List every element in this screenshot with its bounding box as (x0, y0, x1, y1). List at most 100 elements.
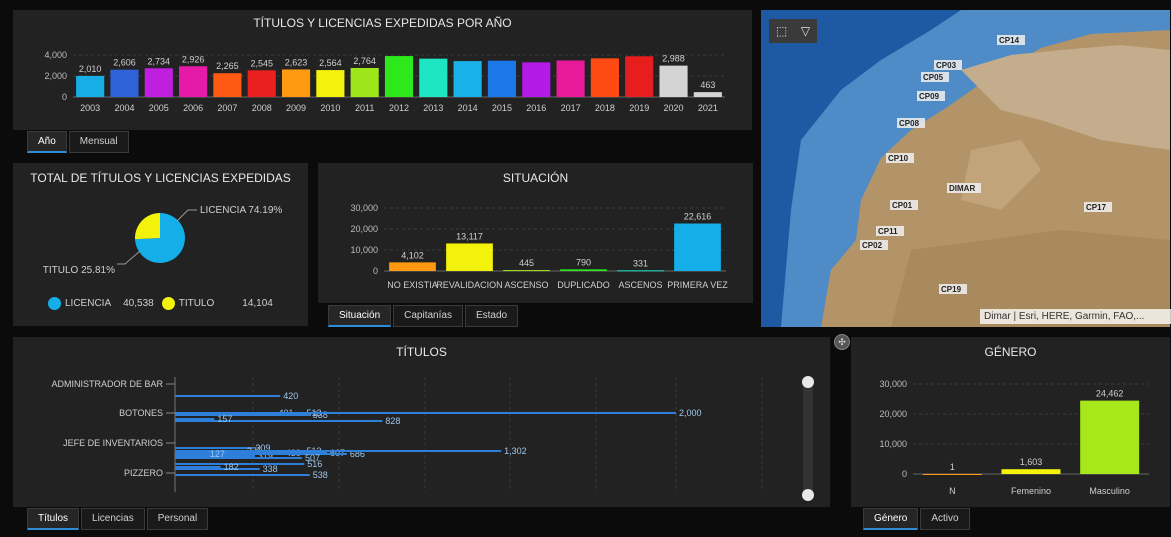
bar (350, 67, 379, 97)
data-label: 2,265 (216, 61, 239, 71)
bar (446, 243, 493, 271)
tab-estado[interactable]: Estado (464, 305, 519, 327)
bar (179, 66, 208, 97)
bar (213, 73, 242, 97)
x-tick-label: 2012 (389, 103, 409, 113)
titulo-legend-swatch (161, 297, 175, 310)
leader-line (176, 209, 197, 222)
x-tick-label: DUPLICADO (557, 280, 610, 290)
tab-genero[interactable]: Género (863, 508, 919, 530)
years-title: TÍTULOS Y LICENCIAS EXPEDIDAS POR AÑO (253, 16, 512, 30)
genero-panel: GÉNERO 0 10,000 20,000 30,000 1 N 1,603 Femenin… (851, 337, 1170, 507)
data-label: 2,545 (250, 58, 273, 68)
x-tick-label: Femenino (1011, 486, 1051, 496)
x-tick-label: 2016 (526, 103, 546, 113)
situacion-panel: SITUACIÓN 0 10,000 20,000 30,000 4,102 NO EXI… (318, 163, 753, 303)
y-category-label: ADMINISTRADOR DE BAR (51, 379, 163, 389)
x-tick-label: 2003 (80, 103, 100, 113)
x-tick-label: 2013 (423, 103, 443, 113)
pie-slice (135, 213, 160, 240)
bar (693, 92, 722, 97)
map-view[interactable]: CP14 CP03 CP05 CP09 CP08 CP10 DIMAR CP01 CP17 CP1… (761, 10, 1170, 327)
bar (175, 418, 215, 420)
tab-mensual[interactable]: Mensual (68, 131, 129, 153)
data-label: 2,623 (285, 57, 308, 67)
y-tick-label: 20,000 (350, 224, 378, 234)
x-tick-label: 2011 (355, 103, 374, 113)
titulos-tabbar: Títulos Licencias Personal (27, 508, 210, 530)
y-tick-label: 10,000 (879, 439, 907, 449)
chevron-down-icon[interactable]: ▽ (801, 24, 810, 38)
genero-tabbar: Género Activo (863, 508, 972, 530)
x-tick-label: 2018 (595, 103, 615, 113)
data-label: 331 (633, 258, 648, 268)
data-label: 2,734 (148, 56, 171, 66)
map-label: CP08 (899, 119, 920, 128)
x-tick-label: 2019 (629, 103, 649, 113)
expand-icon[interactable]: ✣ (834, 334, 850, 350)
y-tick-label: 0 (902, 469, 907, 479)
map-label: CP14 (999, 36, 1020, 45)
titulo-legend-label: TITULO (178, 298, 215, 309)
x-tick-label: 2005 (149, 103, 169, 113)
x-tick-label: 2021 (698, 103, 718, 113)
situacion-title: SITUACIÓN (502, 171, 569, 185)
map-label: CP03 (936, 61, 957, 70)
bar (674, 223, 721, 271)
bar (175, 395, 281, 397)
x-tick-label: REVALIDACION (436, 280, 502, 290)
tab-titulos[interactable]: Títulos (27, 508, 80, 530)
bar (175, 457, 303, 459)
bar (922, 473, 982, 475)
map-label: CP09 (919, 92, 940, 101)
map-label: CP05 (923, 73, 944, 82)
x-tick-label: ASCENOS (618, 280, 662, 290)
y-category-label: PIZZERO (124, 468, 163, 478)
total-panel: TOTAL DE TÍTULOS Y LICENCIAS EXPEDIDAS L… (13, 163, 308, 326)
bar (1080, 400, 1140, 474)
x-tick-label: 2010 (320, 103, 340, 113)
x-tick-label: 2020 (664, 103, 684, 113)
bar (175, 468, 260, 470)
bar (247, 70, 276, 97)
y-tick-label: 0 (373, 266, 378, 276)
x-tick-label: 2014 (458, 103, 478, 113)
data-label: 2,010 (79, 64, 102, 74)
tab-ano[interactable]: Año (27, 131, 67, 153)
x-tick-label: Masculino (1089, 486, 1130, 496)
x-tick-label: 2004 (114, 103, 134, 113)
data-label: 1 (950, 462, 955, 472)
bar (281, 69, 311, 97)
tab-capitanias[interactable]: Capitanías (393, 305, 463, 327)
data-label: 182 (224, 462, 239, 472)
tab-activo[interactable]: Activo (920, 508, 970, 530)
bar (617, 270, 664, 272)
titulos-panel: TÍTULOS ADMINISTRADOR DE BAR BOTONES JEFE … (13, 337, 830, 507)
data-label: 1,603 (1020, 457, 1043, 467)
data-label: 538 (313, 470, 328, 480)
situacion-chart: 0 10,000 20,000 30,000 4,102 NO EXISTIA 13,117… (350, 203, 728, 290)
bar (503, 270, 550, 272)
scrollbar-track (803, 379, 813, 495)
tab-situacion[interactable]: Situación (328, 305, 392, 327)
situacion-tabbar: Situación Capitanías Estado (328, 305, 520, 327)
data-label: 338 (263, 464, 278, 474)
data-label: 2,564 (319, 58, 342, 68)
data-label: 828 (385, 416, 400, 426)
bar (175, 466, 221, 468)
map-toolbar[interactable]: ⬚ ▽ (769, 19, 817, 43)
tab-licencias[interactable]: Licencias (81, 508, 145, 530)
data-label: 157 (217, 414, 232, 424)
bar (144, 68, 173, 97)
map-panel[interactable]: CP14 CP03 CP05 CP09 CP08 CP10 DIMAR CP01 CP17 CP1… (761, 10, 1170, 327)
licencia-legend-label: LICENCIA (65, 298, 112, 309)
select-tool-icon[interactable]: ⬚ (776, 24, 787, 38)
bar (110, 69, 139, 97)
y-category-label: BOTONES (119, 408, 163, 418)
x-tick-label: 2015 (492, 103, 512, 113)
pie-label-licencia: LICENCIA 74.19% (200, 205, 282, 216)
tab-personal[interactable]: Personal (146, 508, 209, 530)
map-label: CP01 (892, 201, 913, 210)
bar (175, 420, 383, 422)
data-label: 2,988 (662, 54, 685, 64)
